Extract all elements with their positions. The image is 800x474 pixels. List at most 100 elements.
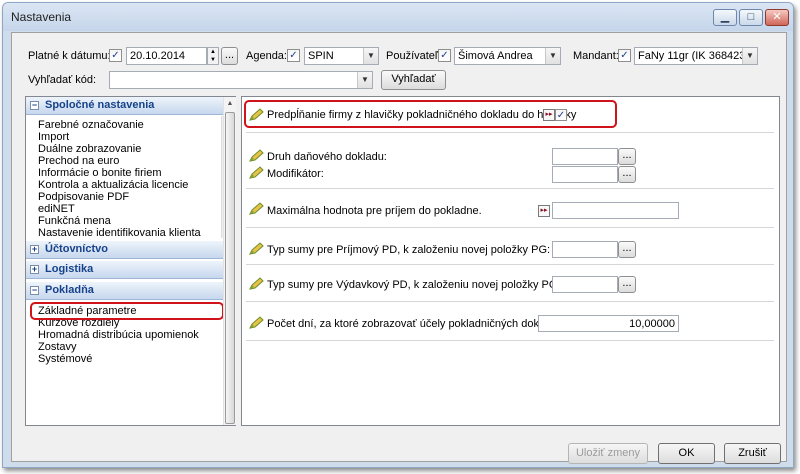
expense-sum-browse-button[interactable]: ... xyxy=(618,276,636,293)
checkbox-icon: ✓ xyxy=(289,50,298,61)
pencil-icon xyxy=(249,202,264,215)
left-panel-scrollbar[interactable]: ▲ xyxy=(223,97,236,425)
separator xyxy=(246,227,774,228)
tax-doc-label: Druh daňového dokladu: xyxy=(267,151,387,163)
pencil-icon xyxy=(249,316,264,329)
collapse-icon[interactable]: − xyxy=(30,101,39,110)
list-item[interactable]: ediNET xyxy=(38,203,75,215)
dialog-client-area: Platné k dátumu: ✓ 20.10.2014 ▲ ▼ ... Age… xyxy=(11,32,787,464)
separator xyxy=(246,301,774,302)
settings-detail-panel: Predpĺňanie firmy z hlavičky pokladničné… xyxy=(241,96,780,426)
agenda-value: SPIN xyxy=(308,50,334,62)
days-label: Počet dní, za ktoré zobrazovať účely pok… xyxy=(267,318,569,330)
income-sum-browse-button[interactable]: ... xyxy=(618,241,636,258)
section-title: Účtovníctvo xyxy=(45,243,108,255)
list-item[interactable]: Hromadná distribúcia upomienok xyxy=(38,329,199,341)
list-item[interactable]: Systémové xyxy=(38,353,92,365)
mandant-value: FaNy 11gr (IK 36842365) xyxy=(638,50,758,62)
list-item[interactable]: Informácie o bonite firiem xyxy=(38,167,162,179)
window-title: Nastavenia xyxy=(11,10,72,24)
list-item[interactable]: Import xyxy=(38,131,69,143)
search-button[interactable]: Vyhľadať xyxy=(381,70,446,90)
date-picker-button[interactable]: ... xyxy=(221,47,238,65)
list-item[interactable]: Nastavenie identifikovania klienta xyxy=(38,227,201,238)
mandant-checkbox[interactable]: ✓ xyxy=(618,49,631,62)
separator xyxy=(246,340,774,341)
list-item[interactable]: Funkčná mena xyxy=(38,215,111,227)
user-select[interactable]: Šimová Andrea ▼ xyxy=(454,47,561,65)
expand-icon[interactable]: + xyxy=(30,245,39,254)
cancel-button[interactable]: Zrušiť xyxy=(724,443,781,464)
checkbox-icon: ✓ xyxy=(440,50,449,61)
section-accounting[interactable]: + Účtovníctvo xyxy=(26,241,235,259)
list-item[interactable]: Prechod na euro xyxy=(38,155,119,167)
user-label: Používateľ: xyxy=(386,50,442,62)
mandant-label: Mandant: xyxy=(573,50,619,62)
pencil-icon xyxy=(249,242,264,255)
save-changes-button[interactable]: Uložiť zmeny xyxy=(568,443,648,464)
ok-button[interactable]: OK xyxy=(658,443,715,464)
section-title: Spoločné nastavenia xyxy=(45,99,155,111)
pencil-icon xyxy=(249,166,264,179)
date-spinner[interactable]: ▲ ▼ xyxy=(207,47,219,65)
user-value: Šimová Andrea xyxy=(458,50,533,62)
tax-doc-field[interactable] xyxy=(552,148,618,165)
highlight-selected-item xyxy=(30,302,224,320)
chevron-down-icon: ▼ xyxy=(742,48,757,64)
expand-icon[interactable]: + xyxy=(30,265,39,274)
income-sum-field[interactable] xyxy=(552,241,618,258)
checkbox-icon: ✓ xyxy=(620,50,629,61)
pencil-icon xyxy=(249,277,264,290)
date-checkbox[interactable]: ✓ xyxy=(109,49,122,62)
income-sum-label: Typ sumy pre Príjmový PD, k založeniu no… xyxy=(267,244,551,256)
agenda-label: Agenda: xyxy=(246,50,287,62)
separator xyxy=(246,132,774,133)
scroll-up-icon[interactable]: ▲ xyxy=(224,97,236,110)
agenda-select[interactable]: SPIN ▼ xyxy=(304,47,379,65)
search-code-input[interactable]: ▼ xyxy=(109,71,373,89)
expense-sum-field[interactable] xyxy=(552,276,618,293)
max-value-field[interactable] xyxy=(552,202,679,219)
list-item[interactable]: Zostavy xyxy=(38,341,77,353)
days-field[interactable]: 10,00000 xyxy=(538,315,679,332)
modifier-label: Modifikátor: xyxy=(267,168,324,180)
section-title: Logistika xyxy=(45,263,94,275)
common-settings-list: Farebné označovanie Import Duálne zobraz… xyxy=(26,116,222,238)
list-item[interactable]: Kontrola a aktualizácia licencie xyxy=(38,179,188,191)
chevron-down-icon: ▼ xyxy=(357,72,372,88)
section-cash-desk[interactable]: − Pokladňa xyxy=(26,282,235,300)
chevron-down-icon: ▼ xyxy=(545,48,560,64)
fast-forward-icon[interactable]: ▸▸ xyxy=(538,205,550,217)
modifier-field[interactable] xyxy=(552,166,618,183)
date-field[interactable]: 20.10.2014 xyxy=(126,47,207,65)
minimize-button[interactable]: ▁ xyxy=(713,9,737,26)
collapse-icon[interactable]: − xyxy=(30,286,39,295)
highlight-prefill-row xyxy=(244,100,617,128)
category-tree: − Spoločné nastavenia Farebné označovani… xyxy=(25,96,236,426)
list-item[interactable]: Duálne zobrazovanie xyxy=(38,143,141,155)
list-item[interactable]: Farebné označovanie xyxy=(38,119,144,131)
max-value-label: Maximálna hodnota pre príjem do pokladne… xyxy=(267,205,482,217)
checkbox-icon: ✓ xyxy=(111,50,120,61)
agenda-checkbox[interactable]: ✓ xyxy=(287,49,300,62)
separator xyxy=(246,264,774,265)
modifier-browse-button[interactable]: ... xyxy=(618,166,636,183)
list-item[interactable]: Podpisovanie PDF xyxy=(38,191,129,203)
scroll-thumb[interactable] xyxy=(225,112,235,424)
close-button[interactable]: ✕ xyxy=(765,9,789,26)
settings-window: Nastavenia ▁ □ ✕ Platné k dátumu: ✓ 20.1… xyxy=(2,2,794,468)
section-title: Pokladňa xyxy=(45,284,94,296)
date-label: Platné k dátumu: xyxy=(28,50,111,62)
search-code-label: Vyhľadať kód: xyxy=(28,74,97,86)
expense-sum-label: Typ sumy pre Výdavkový PD, k založeniu n… xyxy=(267,279,561,291)
title-bar: Nastavenia ▁ □ ✕ xyxy=(3,3,793,31)
separator xyxy=(246,188,774,189)
tax-doc-browse-button[interactable]: ... xyxy=(618,148,636,165)
section-common-settings[interactable]: − Spoločné nastavenia xyxy=(26,97,235,115)
user-checkbox[interactable]: ✓ xyxy=(438,49,451,62)
chevron-down-icon: ▼ xyxy=(363,48,378,64)
maximize-button[interactable]: □ xyxy=(739,9,763,26)
section-logistics[interactable]: + Logistika xyxy=(26,261,235,279)
mandant-select[interactable]: FaNy 11gr (IK 36842365) ▼ xyxy=(634,47,758,65)
pencil-icon xyxy=(249,149,264,162)
